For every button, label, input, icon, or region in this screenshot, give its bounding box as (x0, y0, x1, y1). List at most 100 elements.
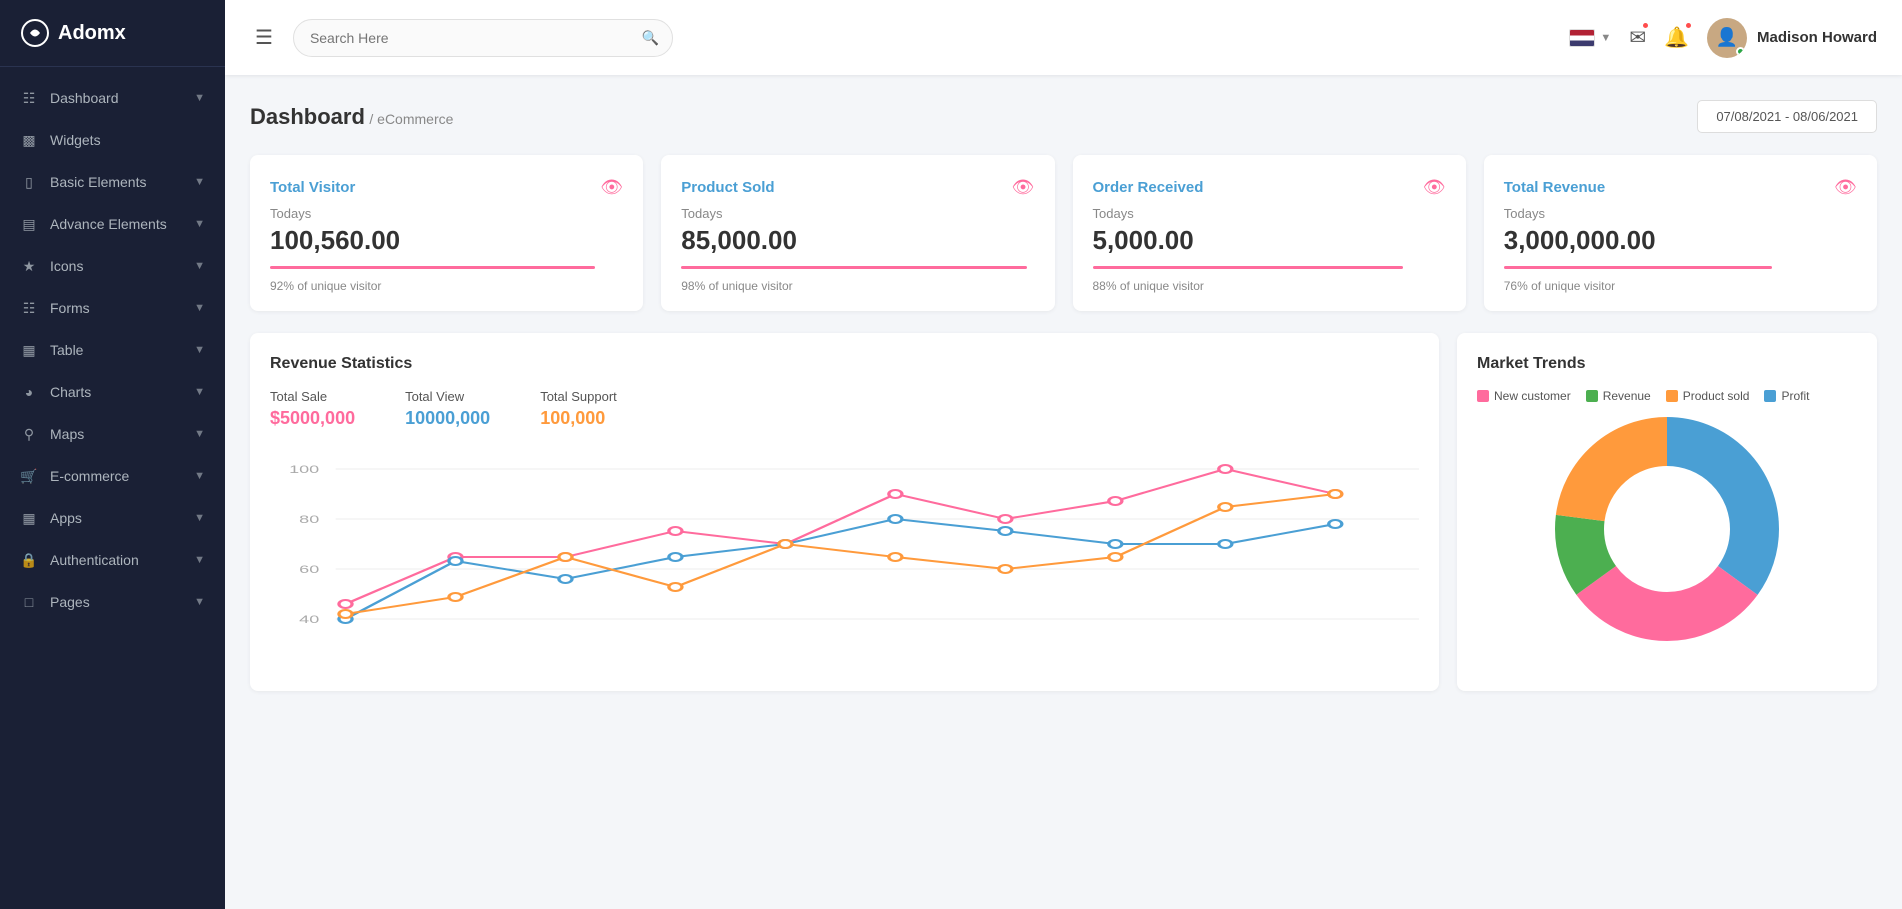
hamburger-button[interactable]: ☰ (250, 20, 278, 55)
sidebar-item-label: Authentication (50, 552, 139, 568)
sidebar-logo: Adomx (0, 0, 225, 67)
chevron-icon: ▼ (194, 218, 205, 230)
sidebar-item-widgets[interactable]: ▩ Widgets (0, 119, 225, 161)
chevron-icon: ▼ (194, 512, 205, 524)
table-icon: ▦ (20, 341, 38, 359)
sidebar-item-table[interactable]: ▦ Table ▼ (0, 329, 225, 371)
chart-area: 100 80 60 40 (270, 449, 1419, 669)
stat-label: Todays (1093, 206, 1446, 221)
stat-card-header: Total Revenue 👁 (1504, 177, 1857, 198)
chevron-icon: ▼ (194, 596, 205, 608)
stat-card-header: Product Sold 👁 (681, 177, 1034, 198)
header-actions: ▼ ✉ 🔔 👤 Madison Howard (1569, 18, 1877, 58)
sidebar-item-dashboard[interactable]: ☷ Dashboard ▼ (0, 77, 225, 119)
chevron-icon: ▼ (194, 260, 205, 272)
sidebar-nav: ☷ Dashboard ▼ ▩ Widgets ▯ Basic Elements… (0, 67, 225, 633)
sidebar-item-label: Charts (50, 384, 91, 400)
user-info[interactable]: 👤 Madison Howard (1707, 18, 1877, 58)
stat-value: 5,000.00 (1093, 225, 1446, 256)
stat-cards-grid: Total Visitor 👁 Todays 100,560.00 92% of… (250, 155, 1877, 311)
stat-card-title: Product Sold (681, 179, 774, 196)
stat-footer: 88% of unique visitor (1093, 279, 1446, 293)
sidebar-item-label: Pages (50, 594, 90, 610)
sidebar-item-pages[interactable]: □ Pages ▼ (0, 581, 225, 623)
chevron-icon: ▼ (194, 302, 205, 314)
messages-badge (1641, 21, 1650, 30)
stat-card-title: Total Revenue (1504, 179, 1605, 196)
stat-footer: 92% of unique visitor (270, 279, 623, 293)
lock-icon: 🔒 (20, 551, 38, 569)
stat-bar (681, 266, 1027, 269)
chart-stat-label: Total View (405, 389, 490, 404)
legend-dot (1477, 390, 1489, 402)
pie-chart-icon: ◕ (20, 383, 38, 401)
chart-stat-label: Total Support (540, 389, 617, 404)
sidebar: Adomx ☷ Dashboard ▼ ▩ Widgets ▯ Basic El… (0, 0, 225, 909)
sidebar-item-label: Apps (50, 510, 82, 526)
sidebar-item-advance-elements[interactable]: ▤ Advance Elements ▼ (0, 203, 225, 245)
sidebar-item-maps[interactable]: ⚲ Maps ▼ (0, 413, 225, 455)
eye-icon[interactable]: 👁 (1423, 177, 1446, 198)
stat-bar (270, 266, 595, 269)
sidebar-item-e-commerce[interactable]: 🛒 E-commerce ▼ (0, 455, 225, 497)
stat-bar (1504, 266, 1772, 269)
sidebar-item-charts[interactable]: ◕ Charts ▼ (0, 371, 225, 413)
stat-card-total-visitor: Total Visitor 👁 Todays 100,560.00 92% of… (250, 155, 643, 311)
eye-icon[interactable]: 👁 (1012, 177, 1035, 198)
sidebar-item-icons[interactable]: ★ Icons ▼ (0, 245, 225, 287)
search-container: 🔍 (293, 19, 673, 57)
svg-text:60: 60 (299, 563, 319, 576)
stat-card-header: Order Received 👁 (1093, 177, 1446, 198)
search-icon: 🔍 (642, 29, 659, 46)
sliders-icon: ▤ (20, 215, 38, 233)
grid-apps-icon: ▦ (20, 509, 38, 527)
notifications-button[interactable]: 🔔 (1664, 25, 1689, 50)
layers-icon: ▯ (20, 173, 38, 191)
chevron-down-icon: ▼ (1600, 32, 1611, 44)
sidebar-item-label: Widgets (50, 132, 101, 148)
donut-chart-svg (1527, 389, 1807, 669)
widget-icon: ▩ (20, 131, 38, 149)
sidebar-item-label: Icons (50, 258, 83, 274)
chart-stats: Total Sale $5000,000 Total View 10000,00… (270, 389, 1419, 429)
main-content: Dashboard / eCommerce 07/08/2021 - 08/06… (225, 75, 1902, 909)
search-input[interactable] (293, 19, 673, 57)
brand-name: Adomx (58, 22, 126, 45)
page-title: Dashboard (250, 104, 365, 129)
chart-stat-value: $5000,000 (270, 408, 355, 429)
messages-button[interactable]: ✉ (1629, 25, 1646, 50)
language-selector[interactable]: ▼ (1569, 29, 1611, 47)
chart-stat-total-support: Total Support 100,000 (540, 389, 617, 429)
svg-text:100: 100 (289, 463, 319, 476)
sidebar-item-basic-elements[interactable]: ▯ Basic Elements ▼ (0, 161, 225, 203)
date-range-button[interactable]: 07/08/2021 - 08/06/2021 (1697, 100, 1877, 133)
stat-label: Todays (681, 206, 1034, 221)
eye-icon[interactable]: 👁 (600, 177, 623, 198)
chevron-icon: ▼ (194, 428, 205, 440)
market-trends-title: Market Trends (1477, 355, 1857, 373)
stat-footer: 76% of unique visitor (1504, 279, 1857, 293)
stat-label: Todays (270, 206, 623, 221)
stat-card-order-received: Order Received 👁 Todays 5,000.00 88% of … (1073, 155, 1466, 311)
chevron-icon: ▼ (194, 386, 205, 398)
stat-value: 85,000.00 (681, 225, 1034, 256)
map-icon: ⚲ (20, 425, 38, 443)
chevron-icon: ▼ (194, 92, 205, 104)
sidebar-item-label: E-commerce (50, 468, 129, 484)
eye-icon[interactable]: 👁 (1834, 177, 1857, 198)
sidebar-item-label: Forms (50, 300, 90, 316)
chart-stat-total-sale: Total Sale $5000,000 (270, 389, 355, 429)
stat-value: 3,000,000.00 (1504, 225, 1857, 256)
flag-icon (1569, 29, 1595, 47)
market-trends-card: Market Trends New customer Revenue Produ… (1457, 333, 1877, 691)
stat-card-product-sold: Product Sold 👁 Todays 85,000.00 98% of u… (661, 155, 1054, 311)
page-header: Dashboard / eCommerce 07/08/2021 - 08/06… (250, 100, 1877, 133)
svg-text:40: 40 (299, 613, 319, 626)
star-icon: ★ (20, 257, 38, 275)
revenue-chart-title: Revenue Statistics (270, 355, 1419, 373)
stat-card-header: Total Visitor 👁 (270, 177, 623, 198)
sidebar-item-authentication[interactable]: 🔒 Authentication ▼ (0, 539, 225, 581)
sidebar-item-forms[interactable]: ☷ Forms ▼ (0, 287, 225, 329)
revenue-chart-card: Revenue Statistics Total Sale $5000,000 … (250, 333, 1439, 691)
sidebar-item-apps[interactable]: ▦ Apps ▼ (0, 497, 225, 539)
